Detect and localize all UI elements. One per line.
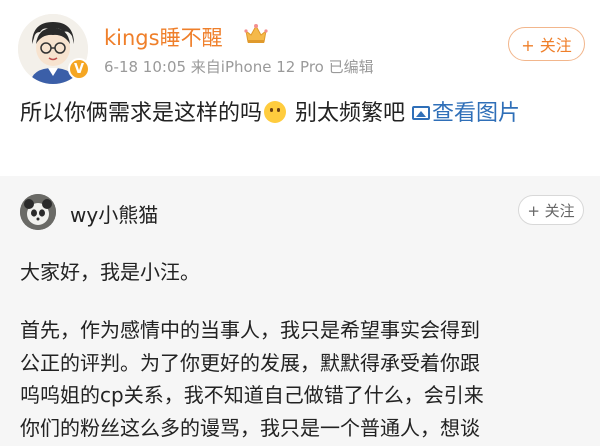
view-image-label[interactable]: 查看图片 bbox=[432, 101, 520, 126]
thinking-emoji-icon bbox=[264, 101, 287, 123]
verified-badge-icon: V bbox=[68, 58, 90, 80]
repost-author-name[interactable]: wy小熊猫 bbox=[70, 199, 158, 228]
post-meta: 6-18 10:05 来自iPhone 12 Pro 已编辑 bbox=[104, 58, 374, 76]
repost-paragraph: 首先，作为感情中的当事人，我只是希望事实会得到 公正的评判。为了你更好的发展，默… bbox=[20, 318, 484, 440]
post-text-part2: 别太频繁吧 bbox=[288, 101, 413, 126]
follow-button[interactable]: + 关注 bbox=[508, 27, 585, 61]
post-text-part1: 所以你俩需求是这样的吗 bbox=[20, 101, 263, 126]
reposted-content: wy小熊猫 + 关注 大家好，我是小汪。 首先，作为感情中的当事人，我只是希望事… bbox=[0, 176, 600, 446]
repost-greeting: 大家好，我是小汪。 bbox=[20, 260, 200, 284]
image-icon bbox=[412, 106, 431, 120]
view-image-link[interactable]: 查看图片 bbox=[412, 101, 520, 126]
crown-icon bbox=[244, 24, 268, 43]
repost-author-avatar[interactable] bbox=[20, 194, 56, 230]
post-text: 所以你俩需求是这样的吗 别太频繁吧 查看图片 bbox=[20, 96, 580, 132]
post-author-name[interactable]: kings睡不醒 bbox=[104, 22, 223, 52]
weibo-post: V kings睡不醒 6-18 10:05 来自iPhone 12 Pro 已编… bbox=[0, 0, 600, 176]
repost-follow-button[interactable]: + 关注 bbox=[518, 195, 584, 225]
